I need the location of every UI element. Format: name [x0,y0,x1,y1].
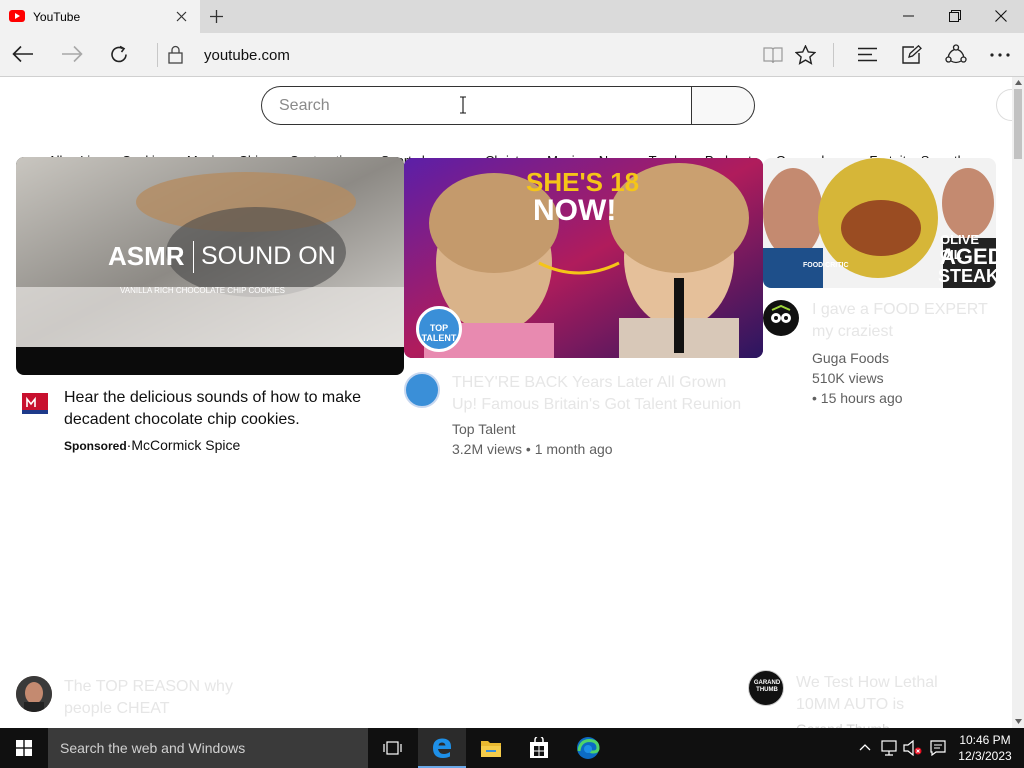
tab-youtube[interactable]: YouTube [0,0,200,33]
task-view-icon[interactable] [383,741,402,755]
thumb-text-asmr: ASMR [108,241,185,271]
video-title-top-talent[interactable]: THEY'RE BACK Years Later All Grown Up! F… [452,372,742,416]
taskbar-search-placeholder: Search the web and Windows [60,740,246,756]
video-title-guga[interactable]: I gave a FOOD EXPERT my craziest [812,299,992,343]
minimize-icon[interactable] [903,15,914,17]
channel-avatar-garand[interactable]: GARAND THUMB [748,670,784,706]
refresh-icon[interactable] [109,44,130,65]
channel-name-guga[interactable]: Guga Foods [812,348,889,368]
clock-time: 10:46 PM [959,733,1011,747]
thumb-text-steak: STEAK [938,266,996,286]
views-guga: 510K views [812,370,884,386]
lock-icon[interactable] [168,45,183,64]
restore-icon[interactable] [949,10,961,22]
action-center-icon[interactable] [930,740,946,756]
hub-icon[interactable] [857,47,878,62]
taskbar-edge-legacy[interactable] [418,728,466,768]
favorite-star-icon[interactable] [795,45,816,65]
address-bar: youtube.com [0,33,1024,77]
clock-date: 12/3/2023 [958,749,1012,763]
windows-taskbar: Search the web and Windows 10:46 PM 12/3… [0,728,1024,768]
page-scrollbar[interactable] [1012,77,1024,728]
new-tab-icon[interactable] [209,9,224,24]
scroll-thumb[interactable] [1014,89,1022,159]
video-thumbnail-ad[interactable]: ASMR SOUND ON VANILLA RICH CHOCOLATE CHI… [16,157,404,375]
avatar-face-icon [16,676,52,712]
top-talent-badge: TOP TALENT [416,306,462,352]
channel-name-top-talent[interactable]: Top Talent [452,419,516,439]
scroll-down-icon[interactable] [1015,719,1022,724]
web-note-icon[interactable] [902,45,922,64]
address-url[interactable]: youtube.com [204,47,290,64]
sponsored-label: Sponsored [64,439,127,453]
video-title-garand[interactable]: We Test How Lethal 10MM AUTO is [796,672,976,716]
video-stats-top-talent: 3.2M views • 1 month ago [452,441,613,457]
channel-avatar-row2-left[interactable] [16,676,52,712]
close-window-icon[interactable] [995,10,1007,22]
back-arrow-icon[interactable] [12,45,34,63]
thumb-text-sound-on: SOUND ON [201,242,336,270]
taskbar-search-box[interactable]: Search the web and Windows [48,728,368,768]
windows-start-icon[interactable] [16,740,32,756]
toolbar-separator [833,43,834,67]
video-thumbnail-guga[interactable]: OLIVE OIL AGED STEAK FOOD CRITIC [763,158,996,288]
show-hidden-icons-icon[interactable] [859,743,871,751]
video-thumbnail-top-talent[interactable]: SHE'S 18 NOW! TOP TALENT [404,158,763,358]
ad-video-title[interactable]: Hear the delicious sounds of how to make… [64,387,394,431]
garand-avatar-text: GARAND THUMB [753,680,781,693]
youtube-page: Search All Live Cooking Music Chips Cont… [0,77,1012,728]
ad-channel-name[interactable]: McCormick Spice [131,437,240,453]
close-tab-icon[interactable] [176,11,187,22]
reading-view-icon[interactable] [763,46,783,64]
channel-avatar-guga[interactable] [763,300,799,336]
youtube-search-button[interactable] [691,86,755,125]
taskbar-clock[interactable]: 10:46 PM 12/3/2023 [954,732,1016,764]
views: 3.2M views [452,441,523,457]
browser-title-bar: YouTube [0,0,1024,33]
edge-legacy-icon [433,738,451,758]
network-icon[interactable] [880,740,898,756]
tab-title: YouTube [33,10,81,24]
video-title-row2-left[interactable]: The TOP REASON why people CHEAT [64,676,264,720]
forward-arrow-icon[interactable] [61,45,83,63]
scroll-up-icon[interactable] [1015,80,1022,85]
upload-age: 1 month ago [534,441,613,457]
text-cursor-icon [460,96,466,114]
nav-separator [157,43,158,67]
channel-name-garand[interactable]: Garand Thumb [796,719,890,728]
search-placeholder: Search [279,97,330,114]
avatar-edge[interactable] [996,89,1012,121]
thumb-label-food-critic: FOOD CRITIC [803,262,849,269]
volume-muted-icon[interactable] [903,740,922,756]
upload-age-guga: • 15 hours ago [812,390,903,406]
channel-avatar-mccormick[interactable] [19,391,51,417]
badge-text: TOP TALENT [421,323,457,343]
store-icon[interactable] [529,737,549,759]
thumb-text-now: NOW! [533,194,617,227]
more-options-icon[interactable] [990,53,1010,57]
thumb-divider [193,241,194,273]
guga-logo-icon [771,304,791,323]
youtube-logo-icon [9,10,25,22]
share-icon[interactable] [945,44,967,65]
mccormick-logo-icon [22,393,48,414]
channel-avatar-top-talent[interactable] [404,372,440,408]
file-explorer-icon[interactable] [480,738,502,758]
edge-chromium-icon[interactable] [576,736,600,760]
youtube-search-input[interactable]: Search [261,86,692,125]
ad-meta: Sponsored·McCormick Spice [64,437,241,453]
thumb-text-small: VANILLA RICH CHOCOLATE CHIP COOKIES [120,286,285,295]
